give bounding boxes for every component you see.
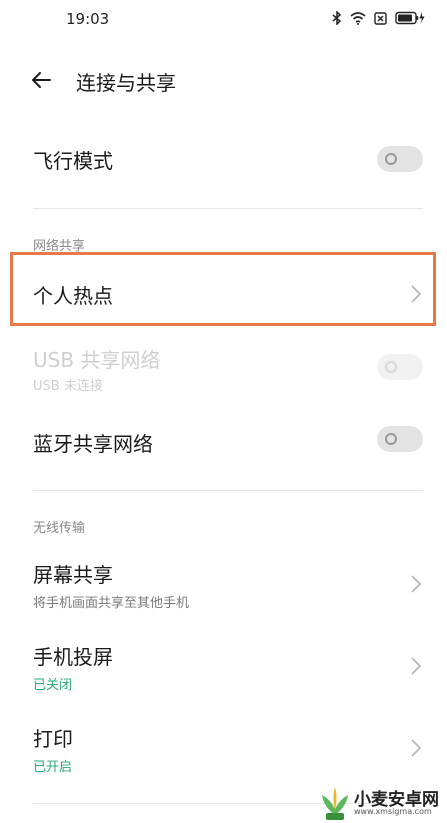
chevron-right-icon — [411, 285, 422, 303]
personal-hotspot-label: 个人热点 — [33, 284, 113, 308]
airplane-mode-label: 飞行模式 — [33, 149, 113, 173]
print-row[interactable]: 打印 已开启 — [0, 716, 447, 782]
usb-tethering-label: USB 共享网络 — [33, 348, 161, 372]
screen-cast-status: 已关闭 — [33, 678, 73, 693]
back-button[interactable] — [28, 66, 56, 94]
wireless-section-title: 无线传输 — [33, 521, 86, 536]
chevron-right-icon — [411, 739, 422, 757]
usb-tethering-toggle — [377, 354, 423, 380]
android-logo-icon — [322, 787, 348, 820]
bluetooth-tethering-row[interactable]: 蓝牙共享网络 — [0, 410, 447, 470]
bluetooth-tethering-toggle[interactable] — [377, 426, 423, 452]
usb-tethering-status: USB 未连接 — [33, 379, 103, 394]
site-watermark: 小麦安卓网 www.xmsigma.com — [318, 783, 447, 823]
chevron-right-icon — [411, 575, 422, 593]
chevron-right-icon — [411, 657, 422, 675]
bluetooth-tethering-label: 蓝牙共享网络 — [33, 432, 153, 456]
screen-share-row[interactable]: 屏幕共享 将手机画面共享至其他手机 — [0, 552, 447, 618]
page-title: 连接与共享 — [76, 71, 176, 95]
screen-share-label: 屏幕共享 — [33, 563, 113, 587]
arrow-left-icon — [32, 72, 51, 88]
bluetooth-icon — [332, 11, 342, 25]
status-time: 19:03 — [66, 10, 110, 28]
print-status: 已开启 — [33, 760, 73, 775]
airplane-mode-row[interactable]: 飞行模式 — [0, 130, 447, 190]
header: 连接与共享 — [0, 58, 447, 102]
print-label: 打印 — [33, 727, 73, 751]
status-bar: 19:03 — [0, 0, 447, 40]
wifi-icon — [350, 11, 366, 25]
battery-charging-icon — [395, 11, 425, 25]
screen-share-description: 将手机画面共享至其他手机 — [33, 596, 190, 611]
network-share-section-title: 网络共享 — [33, 239, 86, 254]
no-sim-icon — [374, 11, 387, 25]
status-icons — [332, 11, 425, 25]
divider — [33, 490, 423, 491]
screen-cast-row[interactable]: 手机投屏 已关闭 — [0, 634, 447, 700]
watermark-url: www.xmsigma.com — [354, 807, 432, 816]
personal-hotspot-row[interactable]: 个人热点 — [0, 262, 447, 322]
screen-cast-label: 手机投屏 — [33, 645, 113, 669]
divider — [33, 208, 423, 209]
airplane-mode-toggle[interactable] — [377, 146, 423, 172]
usb-tethering-row: USB 共享网络 USB 未连接 — [0, 338, 447, 398]
